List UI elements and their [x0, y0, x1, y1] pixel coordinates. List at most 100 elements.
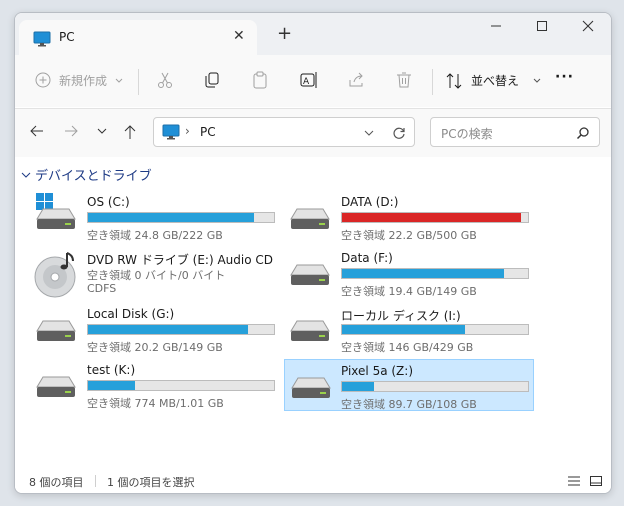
drive-usage-fill — [342, 213, 521, 222]
drive-filesystem: CDFS — [87, 282, 117, 295]
status-separator — [95, 475, 96, 487]
breadcrumb-separator: › — [185, 124, 190, 138]
hard-drive-icon — [290, 320, 330, 341]
hard-drive-icon — [291, 377, 331, 398]
recent-locations-chevron-icon[interactable] — [96, 127, 108, 135]
new-tab-button[interactable]: + — [277, 25, 292, 43]
forward-arrow-icon[interactable] — [63, 124, 79, 138]
refresh-icon[interactable] — [392, 126, 406, 140]
drive-name: DVD RW ドライブ (E:) Audio CD — [87, 253, 273, 267]
selected-count: 1 個の項目を選択 — [107, 476, 195, 489]
toolbar-separator — [138, 69, 139, 95]
drive-space: 空き領域 22.2 GB/500 GB — [341, 229, 477, 242]
drive-space: 空き領域 89.7 GB/108 GB — [341, 398, 477, 411]
drive-usage-bar — [87, 212, 275, 223]
search-placeholder: PCの検索 — [441, 127, 493, 141]
close-window-button[interactable] — [565, 13, 611, 43]
chevron-down-icon — [115, 78, 123, 83]
drive-usage-fill — [342, 269, 504, 278]
drive-usage-bar — [87, 324, 275, 335]
drive-space: 空き領域 19.4 GB/149 GB — [341, 285, 477, 298]
drive-space: 空き領域 774 MB/1.01 GB — [87, 397, 224, 410]
chevron-down-icon — [21, 172, 31, 178]
audio-cd-icon — [34, 252, 76, 298]
drive-space: 空き領域 24.8 GB/222 GB — [87, 229, 223, 242]
drive-usage-fill — [88, 213, 254, 222]
chevron-down-icon[interactable] — [364, 130, 374, 137]
drive-name: Pixel 5a (Z:) — [341, 364, 413, 378]
search-icon[interactable] — [576, 126, 590, 140]
windows-drive-icon — [36, 193, 76, 229]
drive-space: 空き領域 20.2 GB/149 GB — [87, 341, 223, 354]
paste-button[interactable] — [251, 69, 269, 93]
minimize-icon — [491, 25, 501, 27]
share-icon — [349, 72, 363, 87]
group-title: デバイスとドライブ — [35, 169, 152, 184]
drive-name: OS (C:) — [87, 195, 130, 209]
drive-usage-bar — [341, 324, 529, 335]
tab-pc[interactable]: PC ✕ — [19, 20, 257, 55]
more-options-button[interactable]: ··· — [553, 69, 577, 93]
scissors-icon — [158, 72, 172, 88]
address-bar[interactable]: › PC — [153, 117, 415, 147]
tab-title: PC — [59, 30, 75, 44]
new-button[interactable]: 新規作成 — [35, 69, 125, 93]
details-view-icon[interactable] — [567, 475, 581, 487]
hard-drive-icon — [290, 208, 330, 229]
drive-usage-fill — [88, 381, 135, 390]
rename-button[interactable]: A — [299, 69, 319, 93]
drive-usage-bar — [341, 268, 529, 279]
drive-item-c[interactable]: OS (C:) 空き領域 24.8 GB/222 GB — [31, 193, 279, 243]
hard-drive-icon — [36, 376, 76, 397]
file-explorer-window: PC ✕ + 新規作成 A 並べ替え ··· › PC PCの検索 デバイスとド… — [14, 12, 612, 494]
drive-space: 空き領域 0 バイト/0 バイト — [87, 269, 226, 282]
drive-item-k[interactable]: test (K:) 空き領域 774 MB/1.01 GB — [31, 361, 279, 411]
drive-item-f[interactable]: Data (F:) 空き領域 19.4 GB/149 GB — [285, 249, 533, 299]
status-bar: 8 個の項目 1 個の項目を選択 — [15, 467, 611, 493]
hard-drive-icon — [290, 264, 330, 285]
chevron-down-icon — [533, 78, 541, 83]
share-button[interactable] — [347, 69, 365, 93]
drive-usage-bar — [341, 212, 529, 223]
drive-usage-fill — [342, 382, 374, 391]
group-header-devices[interactable]: デバイスとドライブ — [21, 165, 152, 184]
tiles-view-icon[interactable] — [589, 474, 603, 488]
breadcrumb-pc[interactable]: PC — [200, 125, 216, 139]
title-bar: PC ✕ + — [15, 13, 611, 55]
maximize-button[interactable] — [519, 13, 565, 43]
plus-circle-icon — [35, 72, 51, 88]
hard-drive-icon — [36, 320, 76, 341]
delete-button[interactable] — [395, 69, 413, 93]
sort-button[interactable]: 並べ替え — [445, 69, 541, 93]
drive-usage-fill — [88, 325, 248, 334]
drive-name: Local Disk (G:) — [87, 307, 175, 321]
up-arrow-icon[interactable] — [123, 124, 137, 140]
back-arrow-icon[interactable] — [29, 124, 45, 138]
more-icon: ··· — [555, 69, 574, 85]
sort-label: 並べ替え — [471, 74, 520, 88]
search-box[interactable]: PCの検索 — [430, 117, 600, 147]
clipboard-icon — [253, 71, 267, 89]
minimize-button[interactable] — [473, 13, 519, 43]
trash-icon — [397, 72, 411, 88]
new-label: 新規作成 — [59, 74, 108, 88]
content-pane: デバイスとドライブ OS (C:) 空き領域 24.8 GB/222 GB DA… — [15, 157, 611, 467]
drive-item-i[interactable]: ローカル ディスク (I:) 空き領域 146 GB/429 GB — [285, 305, 533, 355]
item-count: 8 個の項目 — [29, 476, 84, 489]
drive-item-g[interactable]: Local Disk (G:) 空き領域 20.2 GB/149 GB — [31, 305, 279, 355]
close-tab-icon[interactable]: ✕ — [233, 28, 245, 44]
toolbar-separator — [432, 69, 433, 95]
cut-button[interactable] — [156, 69, 174, 93]
command-bar: 新規作成 A 並べ替え ··· — [15, 55, 611, 107]
drive-item-e[interactable]: DVD RW ドライブ (E:) Audio CD 空き領域 0 バイト/0 バ… — [31, 249, 279, 303]
drive-usage-bar — [87, 380, 275, 391]
drive-name: DATA (D:) — [341, 195, 399, 209]
navigation-bar: › PC PCの検索 — [15, 108, 611, 157]
drive-usage-fill — [342, 325, 465, 334]
drive-item-d[interactable]: DATA (D:) 空き領域 22.2 GB/500 GB — [285, 193, 533, 243]
drive-item-z[interactable]: Pixel 5a (Z:) 空き領域 89.7 GB/108 GB — [284, 359, 534, 411]
drive-name: test (K:) — [87, 363, 136, 377]
copy-button[interactable] — [203, 69, 221, 93]
rename-icon: A — [300, 72, 317, 88]
drive-name: Data (F:) — [341, 251, 393, 265]
